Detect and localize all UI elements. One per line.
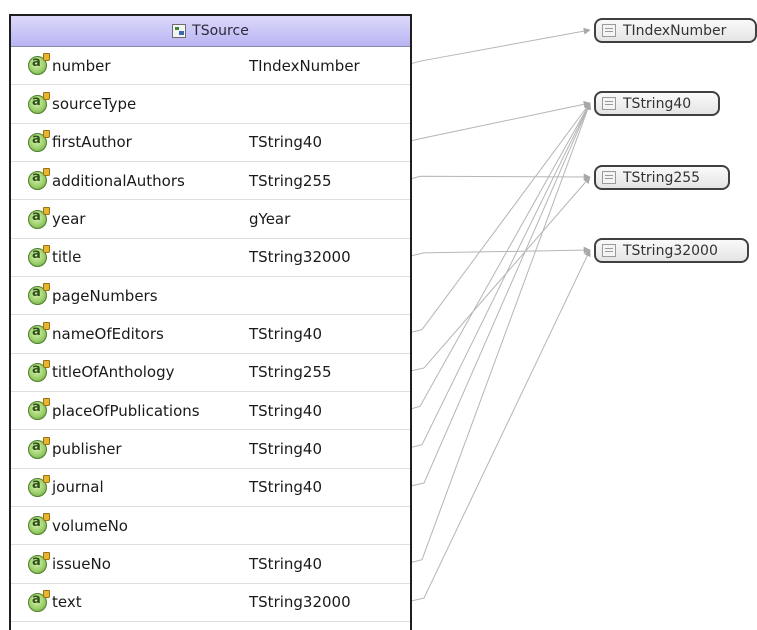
attribute-row-year[interactable]: year gYear (11, 200, 410, 239)
attribute-row-nameOfEditors[interactable]: nameOfEditors TString40 (11, 315, 410, 354)
attribute-icon (28, 244, 50, 267)
connector-text-tstring32000 (405, 249, 591, 603)
connector-placeOfPublications-tstring40 (405, 102, 591, 411)
connector-number-tindexnumber (405, 27, 591, 66)
attribute-name: sourceType (52, 95, 137, 114)
attribute-name: number (52, 56, 111, 75)
connector-issueNo-tstring40 (405, 102, 592, 565)
attribute-icon (28, 206, 50, 229)
class-icon (172, 24, 187, 38)
attribute-type: TString40 (249, 325, 323, 344)
entity-header[interactable]: TSource (11, 16, 410, 47)
attribute-name: pageNumbers (52, 286, 158, 305)
attribute-row-text[interactable]: text TString32000 (11, 584, 410, 623)
connector-additionalAuthors-tstring255 (405, 173, 591, 181)
simple-type-icon (602, 171, 616, 184)
attribute-type: TString40 (249, 133, 323, 152)
connector-firstAuthor-tstring40 (405, 100, 591, 143)
simple-type-icon (602, 244, 616, 257)
simple-type-icon (602, 97, 616, 110)
attribute-name: issueNo (52, 555, 111, 574)
attribute-icon (28, 91, 50, 114)
type-label: TString255 (623, 169, 701, 186)
attribute-icon (28, 398, 50, 421)
connector-publisher-tstring40 (405, 102, 591, 450)
entity-tsource[interactable]: TSource number TIndexNumber sourceType firs… (9, 14, 412, 630)
attribute-name: journal (52, 478, 104, 497)
attribute-icon (28, 436, 50, 459)
attribute-icon (28, 589, 50, 612)
type-box-tstring40[interactable]: TString40 (594, 91, 720, 116)
attribute-type: TString32000 (249, 593, 351, 612)
type-box-tstring32000[interactable]: TString32000 (594, 238, 749, 263)
attribute-row-number[interactable]: number TIndexNumber (11, 47, 410, 86)
attribute-row-publisher[interactable]: publisher TString40 (11, 430, 410, 469)
attribute-name: text (52, 593, 82, 612)
simple-type-icon (602, 24, 616, 37)
attribute-type: TIndexNumber (249, 56, 360, 75)
attribute-name: volumeNo (52, 516, 128, 535)
entity-title: TSource (192, 23, 249, 39)
attribute-row-titleOfAnthology[interactable]: titleOfAnthology TString255 (11, 354, 410, 393)
connector-nameOfEditors-tstring40 (405, 102, 591, 335)
attribute-icon (28, 551, 50, 574)
type-box-tindexnumber[interactable]: TIndexNumber (594, 18, 757, 43)
attribute-icon (28, 474, 50, 497)
attribute-row-additionalAuthors[interactable]: additionalAuthors TString255 (11, 162, 410, 201)
attribute-type: gYear (249, 210, 291, 229)
attribute-row-placeOfPublications[interactable]: placeOfPublications TString40 (11, 392, 410, 431)
attribute-row-journal[interactable]: journal TString40 (11, 469, 410, 508)
connector-titleOfAnthology-tstring255 (405, 176, 591, 373)
attribute-name: titleOfAnthology (52, 363, 175, 382)
attribute-type: TString40 (249, 555, 323, 574)
attribute-type: TString32000 (249, 248, 351, 267)
attribute-row-issueNo[interactable]: issueNo TString40 (11, 545, 410, 584)
attribute-row-volumeNo[interactable]: volumeNo (11, 507, 410, 546)
attribute-row-sourceType[interactable]: sourceType (11, 85, 410, 124)
type-box-tstring255[interactable]: TString255 (594, 165, 730, 190)
attribute-name: publisher (52, 440, 122, 459)
attribute-icon (28, 53, 50, 76)
attribute-icon (28, 513, 50, 536)
attribute-name: nameOfEditors (52, 325, 164, 344)
attribute-row-pageNumbers[interactable]: pageNumbers (11, 277, 410, 316)
attribute-name: title (52, 248, 82, 267)
attribute-row-title[interactable]: title TString32000 (11, 239, 410, 278)
attribute-type: TString40 (249, 478, 323, 497)
type-label: TIndexNumber (623, 22, 727, 39)
attribute-icon (28, 283, 50, 306)
attribute-icon (28, 359, 50, 382)
type-label: TString32000 (623, 242, 718, 259)
type-label: TString40 (623, 95, 692, 112)
attribute-type: TString40 (249, 401, 323, 420)
attribute-type: TString255 (249, 363, 332, 382)
attribute-type: TString40 (249, 440, 323, 459)
attribute-name: firstAuthor (52, 133, 132, 152)
attribute-name: placeOfPublications (52, 401, 200, 420)
attribute-list: number TIndexNumber sourceType firstAuthor T… (11, 47, 410, 623)
attribute-type: TString255 (249, 171, 332, 190)
connector-journal-tstring40 (405, 102, 591, 488)
attribute-icon (28, 129, 50, 152)
attribute-icon (28, 168, 50, 191)
attribute-name: year (52, 210, 86, 229)
attribute-icon (28, 321, 50, 344)
attribute-row-firstAuthor[interactable]: firstAuthor TString40 (11, 124, 410, 163)
connector-title-tstring32000 (405, 246, 591, 258)
attribute-name: additionalAuthors (52, 171, 185, 190)
